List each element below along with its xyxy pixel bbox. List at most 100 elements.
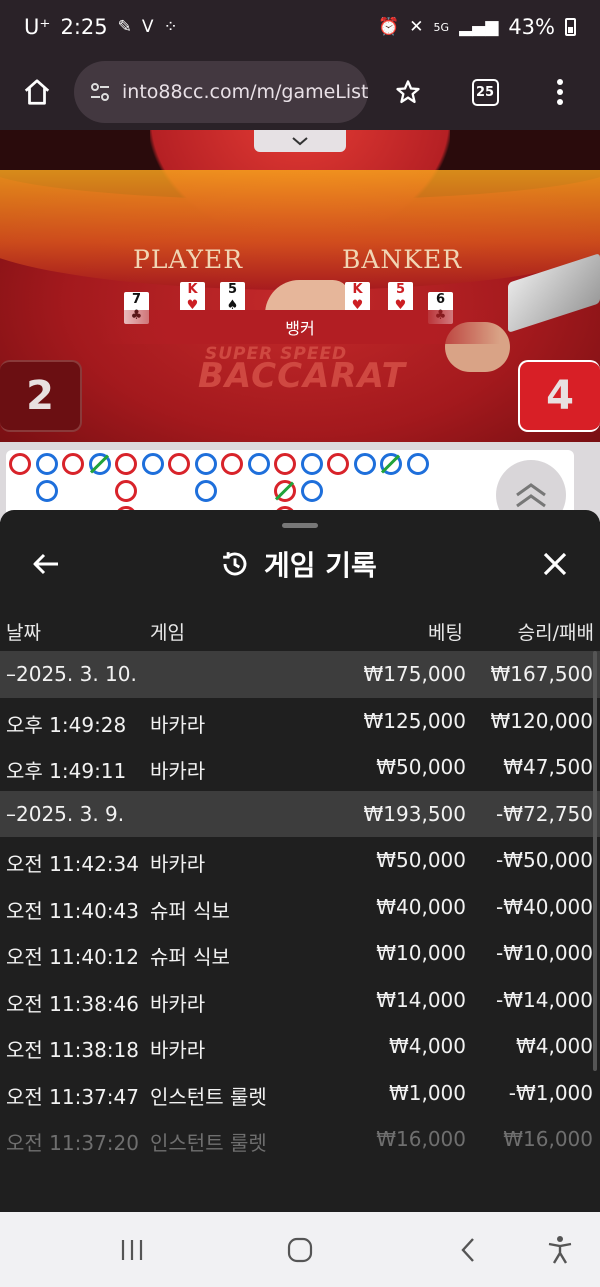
player-score: 2 xyxy=(0,360,82,432)
game-video[interactable]: PLAYER BANKER 7♣ K♥ 5♠ K♥ 5♥ 6♣ 뱅커 SUPER… xyxy=(0,130,600,442)
row-game: 바카라 xyxy=(150,712,206,737)
row-winloss: -₩10,000 xyxy=(496,941,593,965)
road-cell xyxy=(327,453,349,475)
row-bet: ₩193,500 xyxy=(363,801,466,826)
row-bet: ₩50,000 xyxy=(376,755,466,779)
column-bet: 베팅 xyxy=(428,622,463,644)
road-cell xyxy=(62,453,84,475)
row-winloss: ₩47,500 xyxy=(503,755,593,779)
more-menu-button[interactable] xyxy=(522,78,598,106)
volte-icon: V xyxy=(141,17,154,37)
road-cell xyxy=(221,453,243,475)
column-winloss: 승리/패배 xyxy=(517,622,594,644)
banker-score: 4 xyxy=(518,360,600,432)
history-row[interactable]: 오전 11:38:18 바카라 ₩4,000 ₩4,000 xyxy=(0,1023,600,1070)
row-time: 오전 11:37:20 xyxy=(6,1131,139,1155)
battery-percent: 43% xyxy=(508,15,555,39)
road-cell xyxy=(115,453,137,475)
bookmark-button[interactable] xyxy=(368,78,448,106)
row-bet: ₩175,000 xyxy=(363,662,466,686)
row-game: 인스턴트 룰렛 xyxy=(150,1084,267,1109)
accessibility-button[interactable] xyxy=(540,1230,580,1270)
history-icon xyxy=(223,552,247,576)
home-button[interactable] xyxy=(0,54,74,130)
date-group-row[interactable]: –2025. 3. 10. ₩175,000 ₩167,500 xyxy=(0,651,600,698)
history-list[interactable]: –2025. 3. 10. ₩175,000 ₩167,500 오후 1:49:28 바… xyxy=(0,651,600,1163)
game-history-sheet: 게임 기록 날짜 게임 베팅 승리/패배 –2025. 3. 10. ₩175,0… xyxy=(0,510,600,1212)
history-row[interactable]: 오전 11:37:47 인스턴트 룰렛 ₩1,000 -₩1,000 xyxy=(0,1070,600,1117)
road-cell xyxy=(300,479,323,502)
tie-mark xyxy=(274,480,295,501)
scrollbar[interactable] xyxy=(593,651,597,1071)
row-game: 바카라 xyxy=(150,1038,206,1062)
chevron-down-icon xyxy=(292,137,308,146)
close-icon xyxy=(543,552,567,576)
row-bet: ₩40,000 xyxy=(376,894,466,919)
row-game: 슈퍼 식보 xyxy=(150,898,230,923)
tie-mark xyxy=(89,454,109,474)
more-vert-icon xyxy=(557,79,563,105)
row-game: 바카라 xyxy=(150,852,206,876)
tabs-icon: 25 xyxy=(471,78,499,106)
star-icon xyxy=(396,80,420,104)
column-game: 게임 xyxy=(150,622,185,644)
alarm-icon: ⏰ xyxy=(378,17,400,37)
mute-icon: ✕ xyxy=(409,17,424,37)
road-cell xyxy=(380,453,402,475)
road-cell xyxy=(274,453,296,475)
history-row[interactable]: 오후 1:49:11 바카라 ₩50,000 ₩47,500 xyxy=(0,744,600,791)
address-bar[interactable]: into88cc.com/m/gameList xyxy=(74,61,369,123)
collapse-video-button[interactable] xyxy=(254,130,346,152)
tabs-button[interactable]: 25 xyxy=(448,78,522,106)
road-cell xyxy=(300,453,323,475)
row-winloss: -₩14,000 xyxy=(496,987,593,1012)
chevron-double-up-icon xyxy=(516,483,546,508)
tune-icon[interactable] xyxy=(88,80,112,104)
accessibility-icon xyxy=(548,1236,572,1264)
banker-label: BANKER xyxy=(342,245,463,274)
brand-title: BACCARAT xyxy=(198,356,406,396)
row-time: 오후 1:49:28 xyxy=(6,712,127,737)
history-row[interactable]: 오전 11:40:43 슈퍼 식보 ₩40,000 -₩40,000 xyxy=(0,884,600,931)
sheet-header: 게임 기록 xyxy=(0,538,600,594)
history-row[interactable]: 오전 11:38:46 바카라 ₩14,000 -₩14,000 xyxy=(0,977,600,1024)
home-nav-button[interactable] xyxy=(280,1230,320,1270)
road-cell xyxy=(168,453,190,475)
row-time: –2025. 3. 10. xyxy=(6,662,137,686)
row-winloss: ₩167,500 xyxy=(490,662,593,686)
road-cell xyxy=(141,453,164,475)
system-nav-bar xyxy=(0,1212,600,1287)
row-winloss: ₩120,000 xyxy=(490,708,593,733)
browser-toolbar: into88cc.com/m/gameList 25 xyxy=(0,54,600,130)
home-circle-icon xyxy=(287,1237,313,1263)
clock: 2:25 xyxy=(60,15,108,39)
row-winloss: -₩50,000 xyxy=(496,848,593,872)
date-group-row[interactable]: –2025. 3. 9. ₩193,500 -₩72,750 xyxy=(0,790,600,837)
row-winloss: ₩4,000 xyxy=(515,1034,593,1058)
row-bet: ₩10,000 xyxy=(376,941,466,965)
back-nav-button[interactable] xyxy=(448,1230,488,1270)
history-row[interactable]: 오전 11:40:12 슈퍼 식보 ₩10,000 -₩10,000 xyxy=(0,930,600,977)
history-row[interactable]: 오전 11:37:20 인스턴트 룰렛 ₩16,000 ₩16,000 xyxy=(0,1116,600,1163)
road-cell xyxy=(35,453,58,475)
row-bet: ₩50,000 xyxy=(376,848,466,872)
5g-icon: 5G xyxy=(433,20,450,34)
result-banner: 뱅커 xyxy=(100,310,500,344)
tab-count: 25 xyxy=(475,84,495,100)
row-time: 오전 11:38:18 xyxy=(6,1038,139,1062)
close-button[interactable] xyxy=(535,544,575,584)
recents-button[interactable] xyxy=(112,1230,152,1270)
sheet-title-group: 게임 기록 xyxy=(220,544,377,584)
player-label: PLAYER xyxy=(133,245,244,274)
row-time: 오전 11:40:12 xyxy=(6,945,139,969)
history-row[interactable]: 오후 1:49:28 바카라 ₩125,000 ₩120,000 xyxy=(0,698,600,745)
row-bet: ₩125,000 xyxy=(363,708,466,733)
road-cell xyxy=(353,453,376,475)
row-game: 인스턴트 룰렛 xyxy=(150,1131,267,1155)
battery-icon xyxy=(565,18,576,36)
sheet-handle[interactable] xyxy=(282,523,318,528)
signal-icon: ▂▄▆ xyxy=(459,17,499,37)
back-button[interactable] xyxy=(26,544,66,584)
history-row[interactable]: 오전 11:42:34 바카라 ₩50,000 -₩50,000 xyxy=(0,837,600,884)
carrier-label: U⁺ xyxy=(24,15,51,39)
